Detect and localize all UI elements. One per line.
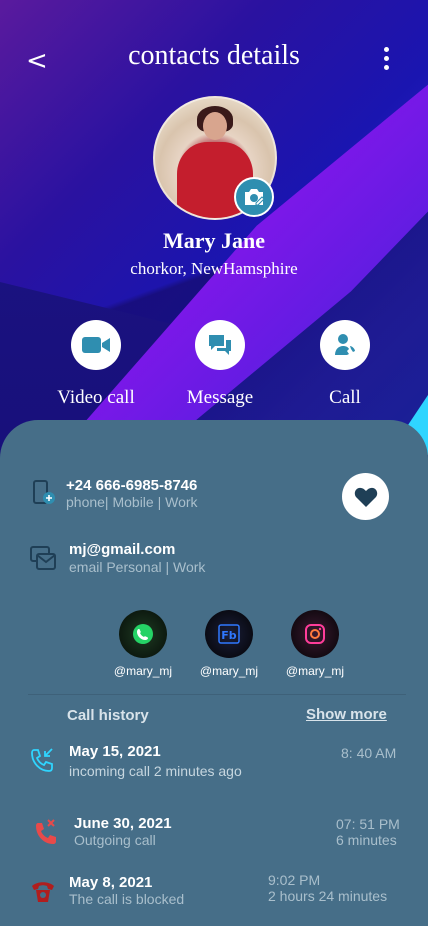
contact-name: Mary Jane xyxy=(162,228,266,253)
message-icon xyxy=(209,335,231,355)
social-facebook[interactable]: Fb @mary_mj xyxy=(189,610,269,678)
show-more-link[interactable]: Show more xyxy=(306,706,387,723)
call-time: 9:02 PM xyxy=(268,872,321,888)
social-instagram[interactable]: @mary_mj xyxy=(275,610,355,678)
change-photo-button[interactable] xyxy=(234,177,274,217)
call-date: May 8, 2021 xyxy=(69,874,153,891)
call-history-title: Call history xyxy=(67,707,149,724)
call-time: 8: 40 AM xyxy=(341,745,397,761)
top-bar: < contacts details xyxy=(0,40,428,80)
instagram-icon xyxy=(305,624,325,644)
video-icon xyxy=(82,337,110,353)
message-label: Message xyxy=(186,387,254,408)
divider xyxy=(28,694,406,695)
call-duration: 6 minutes xyxy=(336,832,397,848)
incoming-call-icon xyxy=(31,748,53,772)
facebook-icon: Fb xyxy=(218,624,240,644)
contact-location: chorkor, NewHamsphire xyxy=(130,259,298,278)
call-label: Call xyxy=(329,387,361,408)
person-call-icon xyxy=(335,334,355,355)
call-button[interactable]: Call xyxy=(285,320,405,409)
email-detail: email Personal | Work xyxy=(69,559,206,575)
email-address[interactable]: mj@gmail.com xyxy=(69,541,175,558)
social-whatsapp[interactable]: @mary_mj xyxy=(103,610,183,678)
page-title: contacts details xyxy=(128,40,300,71)
whatsapp-icon xyxy=(133,624,153,644)
more-options-icon[interactable] xyxy=(384,47,390,74)
favorite-button[interactable] xyxy=(342,473,389,520)
video-call-button[interactable]: Video call xyxy=(36,320,156,409)
facebook-handle: @mary_mj xyxy=(199,664,259,678)
whatsapp-handle: @mary_mj xyxy=(113,664,173,678)
call-date: June 30, 2021 xyxy=(74,815,172,832)
video-call-label: Video call xyxy=(57,387,135,408)
camera-edit-icon xyxy=(245,189,265,206)
call-description: Outgoing call xyxy=(74,832,156,848)
heart-icon xyxy=(354,487,377,507)
call-time: 07: 51 PM xyxy=(336,816,400,832)
message-button[interactable]: Message xyxy=(160,320,280,409)
email-icon xyxy=(30,546,56,570)
blocked-call-icon xyxy=(32,882,54,902)
call-duration: 2 hours 24 minutes xyxy=(268,888,388,904)
call-description: The call is blocked xyxy=(69,891,185,907)
phone-detail: phone| Mobile | Work xyxy=(66,494,198,510)
instagram-handle: @mary_mj xyxy=(285,664,345,678)
phone-number[interactable]: +24 666-6985-8746 xyxy=(66,477,197,494)
call-date: May 15, 2021 xyxy=(69,743,161,760)
svg-text:Fb: Fb xyxy=(221,629,237,642)
phone-add-icon xyxy=(33,480,55,504)
missed-call-icon xyxy=(36,819,56,844)
call-description: incoming call 2 minutes ago xyxy=(69,763,242,779)
